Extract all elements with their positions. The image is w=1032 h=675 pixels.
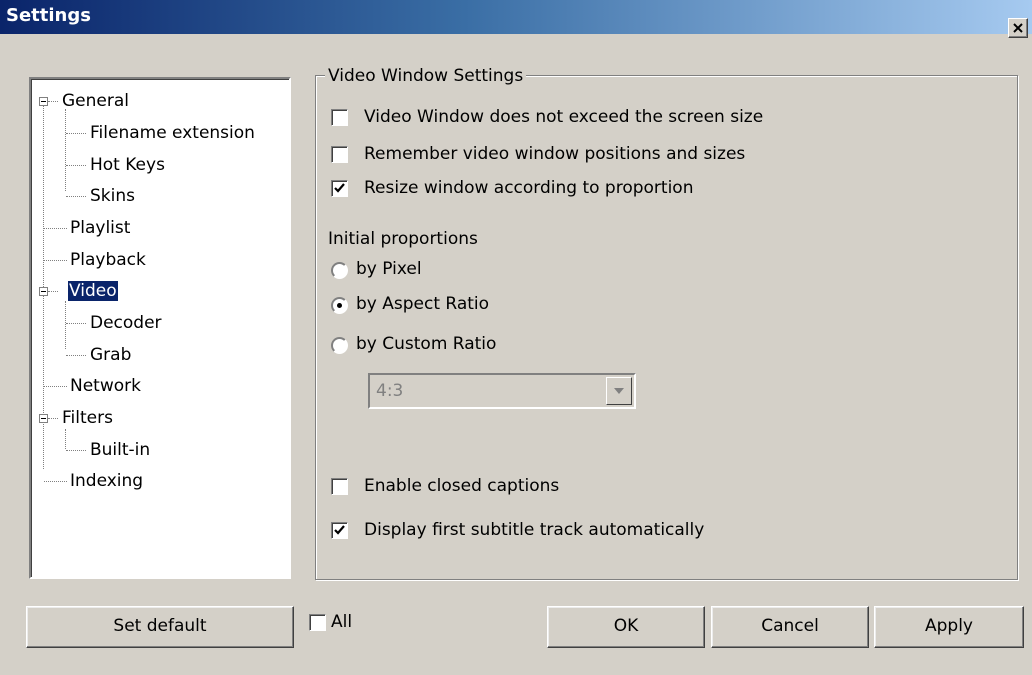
close-button[interactable] [1008,18,1028,38]
chevron-down-icon [614,388,624,394]
close-icon [1013,23,1023,33]
tree-item-grab[interactable]: Grab [89,345,132,365]
by-aspect-ratio-label: by Aspect Ratio [356,294,490,314]
custom-ratio-select[interactable]: 4:3 [368,373,636,409]
remember-positions-checkbox[interactable] [331,146,348,163]
initial-proportions-label: Initial proportions [328,229,478,249]
tree-item-decoder[interactable]: Decoder [89,313,163,333]
apply-button[interactable]: Apply [874,606,1024,648]
custom-ratio-value: 4:3 [376,381,404,401]
tree-item-playlist[interactable]: Playlist [69,218,131,238]
custom-ratio-dropdown-button[interactable] [606,377,632,405]
window-title: Settings [6,5,91,26]
group-title: Video Window Settings [325,66,527,86]
tree-item-skins[interactable]: Skins [89,186,136,206]
resize-proportion-label: Resize window according to proportion [364,178,694,198]
set-default-button[interactable]: Set default [26,606,294,648]
by-aspect-ratio-radio[interactable] [331,297,348,314]
tree-item-indexing[interactable]: Indexing [69,471,144,491]
display-subtitle-checkbox[interactable] [331,522,348,539]
tree-item-filters[interactable]: Filters [61,408,114,428]
remember-positions-label: Remember video window positions and size… [364,144,746,164]
by-pixel-label: by Pixel [356,259,422,279]
settings-category-tree[interactable]: General Filename extension Hot Keys Skin… [29,77,291,579]
collapse-filters-icon[interactable] [39,414,48,423]
tree-item-network[interactable]: Network [69,376,142,396]
all-checkbox[interactable] [309,614,326,631]
all-label: All [331,612,353,632]
display-subtitle-label: Display first subtitle track automatical… [364,520,705,540]
by-custom-ratio-radio[interactable] [331,337,348,354]
title-bar: Settings [0,0,1032,38]
exceed-screen-checkbox[interactable] [331,109,348,126]
resize-proportion-checkbox[interactable] [331,180,348,197]
closed-captions-checkbox[interactable] [331,478,348,495]
tree-item-video[interactable]: Video [67,280,119,302]
ok-button[interactable]: OK [547,606,705,648]
tree-item-built-in[interactable]: Built-in [89,440,151,460]
checkmark-icon [334,525,345,535]
checkmark-icon [334,183,345,193]
tree-item-playback[interactable]: Playback [69,250,147,270]
by-pixel-radio[interactable] [331,262,348,279]
collapse-video-icon[interactable] [39,287,48,296]
collapse-general-icon[interactable] [39,97,48,106]
tree-item-hot-keys[interactable]: Hot Keys [89,155,166,175]
tree-item-filename-extension[interactable]: Filename extension [89,123,256,143]
by-custom-ratio-label: by Custom Ratio [356,334,497,354]
cancel-button[interactable]: Cancel [711,606,869,648]
tree-item-general[interactable]: General [61,91,130,111]
closed-captions-label: Enable closed captions [364,476,560,496]
exceed-screen-label: Video Window does not exceed the screen … [364,107,764,127]
